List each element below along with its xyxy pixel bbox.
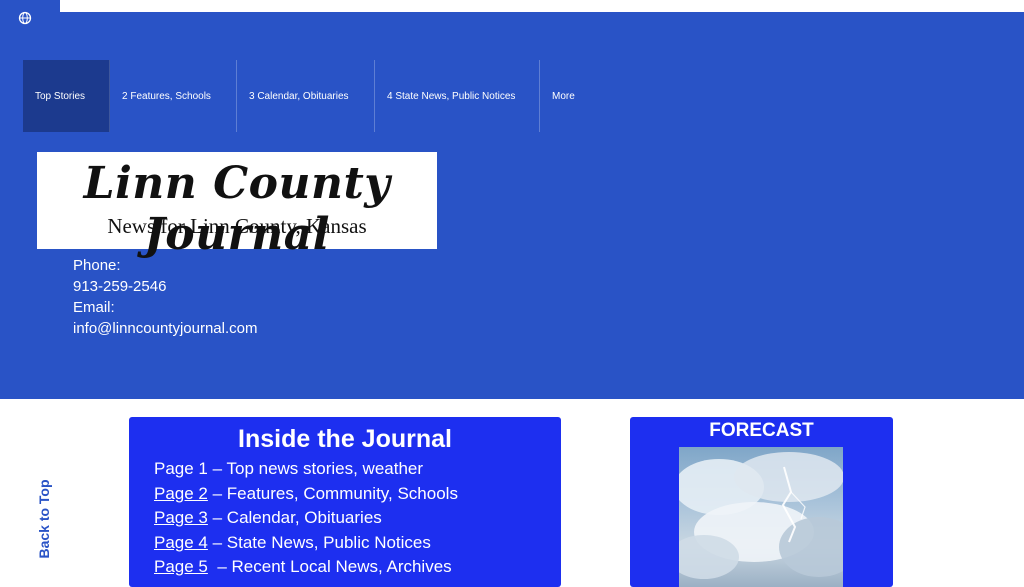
globe-icon[interactable] [18,11,32,25]
nav-label: 2 Features, Schools [122,90,211,102]
list-item: Page 2 – Features, Community, Schools [154,482,458,507]
page-desc: – Calendar, Obituaries [207,508,382,527]
storm-cloud-image [679,452,843,579]
contact-info: Phone: 913-259-2546 Email: info@linncoun… [73,255,258,339]
forecast-weather-image [679,447,843,587]
page-2-link[interactable]: Page 2 [154,484,208,503]
inside-title: Inside the Journal [238,425,452,453]
page-1-label: Page 1 [154,459,208,478]
list-item: Page 3 – Calendar, Obituaries [154,506,458,531]
nav-top-stories[interactable]: Top Stories [23,60,110,132]
page-desc: – Recent Local News, Archives [207,557,452,576]
phone-number[interactable]: 913-259-2546 [73,276,258,297]
top-strip [60,0,1024,12]
forecast-title: FORECAST [709,420,814,441]
nav-label: 4 State News, Public Notices [387,90,516,102]
site-logo[interactable]: Linn County Journal News for Linn County… [37,152,437,260]
pages-list: Page 1 – Top news stories, weather Page … [154,457,458,580]
back-to-top-link[interactable]: Back to Top [36,476,52,562]
email-label: Email: [73,299,115,316]
logo-subtitle: News for Linn County, Kansas [107,214,367,238]
forecast-box: FORECAST [630,417,893,587]
back-to-top-label: Back to Top [36,479,52,559]
phone-label: Phone: [73,257,121,274]
nav-label: 3 Calendar, Obituaries [249,90,349,102]
nav-label: More [552,90,575,102]
logo-title: Linn County Journal [83,158,391,260]
nav-features-schools[interactable]: 2 Features, Schools [110,60,237,132]
page-desc: – Top news stories, weather [207,459,424,478]
page-4-link[interactable]: Page 4 [154,533,208,552]
page-5-link[interactable]: Page 5 [154,557,208,576]
list-item: Page 4 – State News, Public Notices [154,531,458,556]
site-header: Top Stories 2 Features, Schools 3 Calend… [0,0,1024,399]
list-item: Page 1 – Top news stories, weather [154,457,458,482]
nav-state-news[interactable]: 4 State News, Public Notices [375,60,540,132]
page-3-link[interactable]: Page 3 [154,508,208,527]
email-address[interactable]: info@linncountyjournal.com [73,318,258,339]
nav-label: Top Stories [35,90,86,102]
page-desc: – Features, Community, Schools [207,483,458,503]
nav-more[interactable]: More [540,60,610,132]
inside-journal-box: Inside the Journal Page 1 – Top news sto… [129,417,561,587]
page-desc: – State News, Public Notices [207,532,431,552]
main-nav: Top Stories 2 Features, Schools 3 Calend… [23,60,610,132]
nav-calendar-obituaries[interactable]: 3 Calendar, Obituaries [237,60,375,132]
